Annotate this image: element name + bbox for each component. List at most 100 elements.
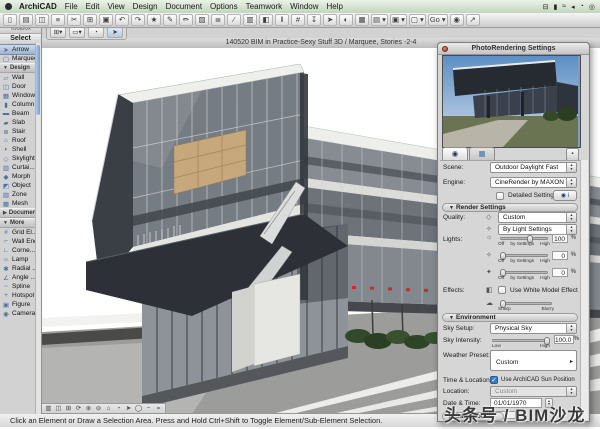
main-toolbar: ▯▤◫≡✂⊞▣↶↷★✎✏▨≣∕▥◧‖#↧➤◐▦▤ ▾▣ ▾▢ ▾Go ▾◉↗: [0, 13, 600, 28]
apple-menu-icon[interactable]: [5, 3, 12, 10]
explore-button[interactable]: ↗: [466, 14, 480, 26]
arrow-cursor-button[interactable]: ➤: [107, 27, 123, 38]
line-tool-icon[interactable]: ∕: [227, 14, 241, 26]
rendering-settings-tab[interactable]: ◉: [442, 147, 468, 160]
display-icon[interactable]: ⊟: [543, 3, 549, 11]
render-button[interactable]: ◉: [450, 14, 464, 26]
color-pen-icon[interactable]: ✏: [179, 14, 193, 26]
engine-dropdown[interactable]: CineRender by MAXON ▲▼: [490, 177, 577, 188]
sky-intensity-track[interactable]: [492, 339, 550, 342]
wifi-icon[interactable]: ≈: [562, 3, 566, 11]
pane-layout-icon[interactable]: ▥: [44, 405, 53, 413]
slider-track[interactable]: [500, 237, 548, 240]
menu-item[interactable]: ArchiCAD: [19, 2, 57, 11]
volume-icon[interactable]: ◂: [571, 3, 575, 11]
section-view-icon[interactable]: ▣ ▾: [390, 14, 407, 26]
menu-item[interactable]: Help: [327, 2, 343, 11]
environment-header[interactable]: ▼Environment: [442, 313, 578, 322]
tool-label: Window: [12, 92, 35, 99]
fill-icon[interactable]: ▨: [195, 14, 209, 26]
paste-icon[interactable]: ▣: [99, 14, 113, 26]
menu-item[interactable]: Teamwork: [246, 2, 282, 11]
undo-icon[interactable]: ↶: [115, 14, 129, 26]
redo-icon[interactable]: ↷: [131, 14, 145, 26]
tool-label: Arrow: [12, 46, 29, 53]
white-model-checkbox[interactable]: [498, 286, 506, 294]
slider-value[interactable]: 0: [552, 268, 568, 277]
layer-combo-icon[interactable]: ⊞: [64, 405, 73, 413]
weather-preset-box[interactable]: Custom ▸: [490, 350, 577, 371]
3d-view-icon[interactable]: ▢ ▾: [409, 14, 426, 26]
scene-dropdown[interactable]: Outdoor Daylight Fast ▲▼: [490, 162, 577, 173]
battery-icon[interactable]: ▮: [553, 3, 557, 11]
render-settings-header[interactable]: ▼Render Settings: [442, 203, 578, 212]
model-view-icon[interactable]: ◫: [54, 405, 63, 413]
zoom-in-icon[interactable]: ⊕: [84, 405, 93, 413]
go-button[interactable]: Go ▾: [428, 14, 448, 26]
light-settings-value: By Light Settings: [503, 226, 552, 233]
menu-item[interactable]: Design: [133, 2, 158, 11]
spotlight-icon[interactable]: ◎: [589, 3, 595, 11]
magnify-icon[interactable]: ◯: [134, 405, 143, 413]
clock-icon[interactable]: ◔: [580, 3, 584, 11]
gravity-icon[interactable]: ↧: [307, 14, 321, 26]
rebuild-icon[interactable]: ⟳: [74, 405, 83, 413]
arrow-tool-icon[interactable]: ➤: [323, 14, 337, 26]
menu-bar: ArchiCAD File Edit View Design Document Option…: [0, 0, 600, 14]
render-info-button[interactable]: ◉ i: [553, 190, 577, 201]
menu-item[interactable]: File: [65, 2, 78, 11]
quality-dropdown[interactable]: Custom ▲▼: [498, 212, 577, 223]
profile-icon[interactable]: ◧: [259, 14, 273, 26]
zoom-decrease-icon[interactable]: −: [144, 405, 153, 413]
sky-setup-dropdown[interactable]: Physical Sky ▲▼: [490, 323, 577, 334]
select-arrow-icon[interactable]: ➤: [124, 405, 133, 413]
fit-view-icon[interactable]: ⌂: [104, 405, 113, 413]
composite-icon[interactable]: ▥: [243, 14, 257, 26]
menu-item[interactable]: View: [107, 2, 124, 11]
snap-button[interactable]: ◔: [88, 27, 104, 38]
close-icon[interactable]: [442, 46, 448, 52]
tool-label: Curtai...: [12, 164, 35, 171]
tool-icon: ▰: [2, 119, 10, 127]
save-icon[interactable]: ◫: [35, 14, 49, 26]
tool-label: Morph: [12, 173, 30, 180]
slider-value[interactable]: 100: [552, 234, 568, 243]
floor-plan-view-icon[interactable]: ▤ ▾: [371, 14, 388, 26]
sun-position-checkbox[interactable]: ✓: [490, 376, 498, 384]
toolbox-scrollbar-thumb[interactable]: [36, 45, 40, 115]
toolbox-scrollbar[interactable]: [35, 43, 41, 414]
layers-icon[interactable]: ≣: [211, 14, 225, 26]
open-icon[interactable]: ▤: [19, 14, 33, 26]
snap-grid-icon[interactable]: #: [291, 14, 305, 26]
blur-slider-track[interactable]: [500, 302, 552, 305]
menu-item[interactable]: Document: [166, 2, 202, 11]
slider-track[interactable]: [500, 254, 548, 257]
new-file-icon[interactable]: ▯: [3, 14, 17, 26]
print-icon[interactable]: ≡: [51, 14, 65, 26]
cut-icon[interactable]: ✂: [67, 14, 81, 26]
palette-scrollbar[interactable]: [580, 160, 588, 420]
light-settings-icon: ✧: [486, 225, 492, 233]
marquee-mode-button[interactable]: ▭▾: [69, 27, 85, 38]
palette-titlebar[interactable]: PhotoRendering Settings: [438, 43, 589, 55]
menu-item[interactable]: Edit: [86, 2, 100, 11]
menu-item[interactable]: Options: [210, 2, 238, 11]
pen-icon[interactable]: ✎: [163, 14, 177, 26]
menu-item[interactable]: Window: [290, 2, 318, 11]
slider-track[interactable]: [500, 271, 548, 274]
zoom-increase-icon[interactable]: =: [154, 405, 163, 413]
group-icon[interactable]: ▦: [355, 14, 369, 26]
detailed-settings-checkbox[interactable]: [496, 192, 504, 200]
copy-icon[interactable]: ⊞: [83, 14, 97, 26]
guide-lines-icon[interactable]: ‖: [275, 14, 289, 26]
disclosure-down-icon: ▼: [3, 65, 8, 71]
image-size-tab[interactable]: ▦: [469, 147, 495, 160]
selection-mode-button[interactable]: ⊞▾: [50, 27, 66, 38]
tool-label: Shell: [12, 146, 26, 153]
zoom-out-icon[interactable]: ⊖: [94, 405, 103, 413]
sky-intensity-value[interactable]: 100.0: [554, 335, 574, 344]
slider-value[interactable]: 0: [552, 251, 568, 260]
orbit-icon[interactable]: ◔: [114, 405, 123, 413]
favorites-icon[interactable]: ★: [147, 14, 161, 26]
trace-reference-icon[interactable]: ◐: [339, 14, 353, 26]
